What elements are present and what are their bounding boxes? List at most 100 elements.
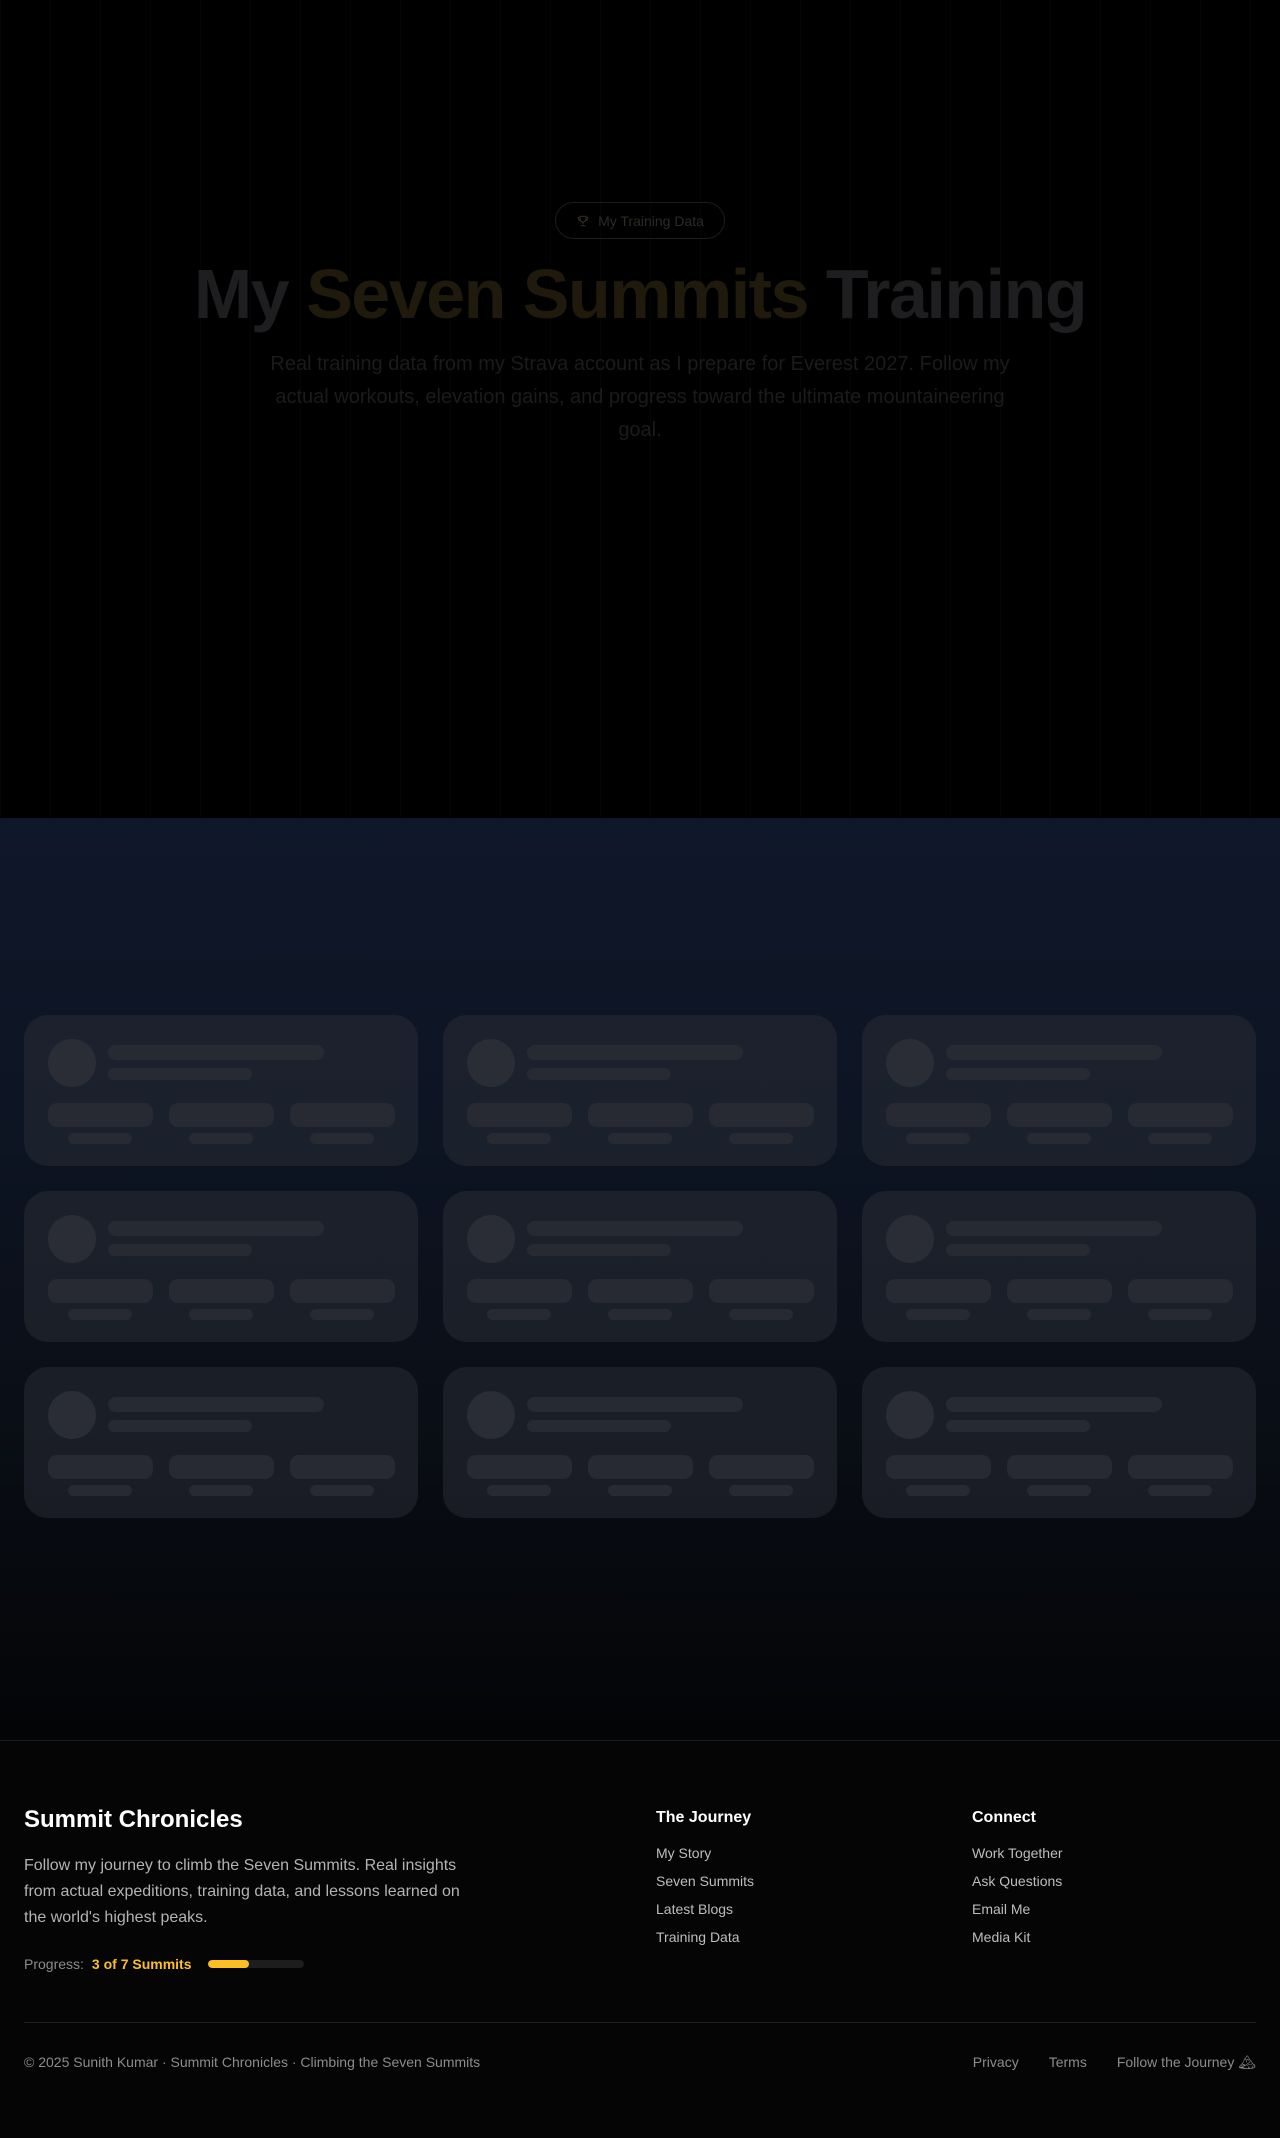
skeleton-stat-label bbox=[487, 1133, 551, 1144]
skeleton-stat-label bbox=[608, 1309, 672, 1320]
footer-link-work-together[interactable]: Work Together bbox=[972, 1844, 1063, 1862]
skeleton-subtitle bbox=[946, 1244, 1090, 1256]
footer-link-ask-questions[interactable]: Ask Questions bbox=[972, 1872, 1063, 1890]
skeleton-stat-value bbox=[588, 1455, 693, 1479]
skeleton-title bbox=[946, 1397, 1162, 1412]
skeleton-avatar bbox=[48, 1039, 96, 1087]
footer-link-media-kit[interactable]: Media Kit bbox=[972, 1928, 1063, 1946]
skeleton-avatar bbox=[48, 1215, 96, 1263]
footer-brand[interactable]: Summit Chronicles bbox=[24, 1806, 243, 1834]
training-data-badge: My Training Data bbox=[555, 202, 725, 239]
skeleton-title bbox=[108, 1221, 324, 1236]
skeleton-title bbox=[946, 1045, 1162, 1060]
copyright-text: © 2025 Sunith Kumar · Summit Chronicles … bbox=[24, 2054, 481, 2070]
activity-card-skeleton bbox=[443, 1191, 837, 1342]
skeleton-stat-value bbox=[886, 1103, 991, 1127]
progress-bar bbox=[207, 1960, 304, 1968]
footer-link-seven-summits[interactable]: Seven Summits bbox=[656, 1872, 754, 1890]
skeleton-title bbox=[527, 1221, 743, 1236]
footer-connect-column: Connect Work Together Ask Questions Emai… bbox=[972, 1809, 1063, 1956]
skeleton-stat-value bbox=[48, 1455, 153, 1479]
skeleton-stat-label bbox=[1148, 1485, 1212, 1496]
skeleton-subtitle bbox=[946, 1420, 1090, 1432]
skeleton-stat-label bbox=[1148, 1133, 1212, 1144]
skeleton-avatar bbox=[467, 1039, 515, 1087]
skeleton-title bbox=[108, 1045, 324, 1060]
skeleton-subtitle bbox=[527, 1244, 671, 1256]
skeleton-stat-value bbox=[169, 1279, 274, 1303]
footer-divider bbox=[24, 2022, 1256, 2023]
progress-label: Progress: bbox=[24, 1956, 84, 1972]
summit-progress: Progress: 3 of 7 Summits bbox=[24, 1956, 304, 1972]
page-title-accent: Seven Summits bbox=[306, 255, 809, 333]
skeleton-stat-value bbox=[709, 1455, 814, 1479]
skeleton-stat-label bbox=[729, 1309, 793, 1320]
page-title-suffix: Training bbox=[807, 255, 1088, 333]
skeleton-stat-value bbox=[1128, 1279, 1233, 1303]
activity-card-skeleton bbox=[862, 1367, 1256, 1518]
skeleton-stat-label bbox=[1027, 1485, 1091, 1496]
site-footer: Summit Chronicles Follow my journey to c… bbox=[0, 1740, 1280, 2138]
skeleton-subtitle bbox=[108, 1244, 252, 1256]
skeleton-stat-value bbox=[588, 1103, 693, 1127]
skeleton-stat-label bbox=[487, 1309, 551, 1320]
skeleton-stat-value bbox=[169, 1455, 274, 1479]
skeleton-stat-value bbox=[169, 1103, 274, 1127]
skeleton-avatar bbox=[48, 1391, 96, 1439]
skeleton-stat-value bbox=[1007, 1279, 1112, 1303]
footer-link-privacy[interactable]: Privacy bbox=[973, 2054, 1019, 2071]
footer-link-my-story[interactable]: My Story bbox=[656, 1844, 754, 1862]
skeleton-stat-label bbox=[68, 1309, 132, 1320]
skeleton-stat-value bbox=[48, 1279, 153, 1303]
skeleton-stat-label bbox=[608, 1485, 672, 1496]
skeleton-subtitle bbox=[527, 1420, 671, 1432]
hero-subtitle: Real training data from my Strava accoun… bbox=[270, 353, 1010, 441]
skeleton-stat-label bbox=[189, 1309, 253, 1320]
skeleton-stat-value bbox=[886, 1279, 991, 1303]
activity-card-skeleton bbox=[862, 1015, 1256, 1166]
trophy-icon bbox=[577, 215, 589, 226]
skeleton-avatar bbox=[886, 1391, 934, 1439]
skeleton-stat-value bbox=[886, 1455, 991, 1479]
skeleton-title bbox=[108, 1397, 324, 1412]
skeleton-subtitle bbox=[108, 1420, 252, 1432]
hero-section: My Training Data My Seven Summits Traini… bbox=[0, 0, 1280, 818]
skeleton-title bbox=[527, 1397, 743, 1412]
skeleton-avatar bbox=[467, 1391, 515, 1439]
skeleton-stat-label bbox=[310, 1133, 374, 1144]
activity-card-skeleton bbox=[24, 1015, 418, 1166]
skeleton-stat-label bbox=[189, 1485, 253, 1496]
skeleton-stat-value bbox=[467, 1279, 572, 1303]
skeleton-stat-value bbox=[709, 1279, 814, 1303]
footer-link-latest-blogs[interactable]: Latest Blogs bbox=[656, 1900, 754, 1918]
skeleton-stat-label bbox=[729, 1133, 793, 1144]
skeleton-avatar bbox=[467, 1215, 515, 1263]
connect-heading: Connect bbox=[972, 1809, 1036, 1826]
skeleton-stat-value bbox=[290, 1455, 395, 1479]
skeleton-stat-value bbox=[1007, 1455, 1112, 1479]
footer-link-follow-journey[interactable]: Follow the Journey 🏔 bbox=[1117, 2054, 1256, 2071]
skeleton-stat-value bbox=[467, 1455, 572, 1479]
skeleton-stat-value bbox=[467, 1103, 572, 1127]
legal-links: Privacy Terms Follow the Journey 🏔 bbox=[973, 2054, 1256, 2071]
skeleton-stat-value bbox=[1128, 1455, 1233, 1479]
footer-journey-column: The Journey My Story Seven Summits Lates… bbox=[656, 1809, 754, 1956]
skeleton-stat-value bbox=[588, 1279, 693, 1303]
footer-link-training-data[interactable]: Training Data bbox=[656, 1928, 754, 1946]
skeleton-stat-label bbox=[906, 1485, 970, 1496]
skeleton-title bbox=[946, 1221, 1162, 1236]
skeleton-stat-label bbox=[310, 1309, 374, 1320]
skeleton-stat-label bbox=[906, 1309, 970, 1320]
skeleton-stat-label bbox=[189, 1133, 253, 1144]
footer-link-email-me[interactable]: Email Me bbox=[972, 1900, 1063, 1918]
skeleton-stat-value bbox=[290, 1103, 395, 1127]
skeleton-stat-label bbox=[68, 1485, 132, 1496]
page-title-prefix: My bbox=[193, 255, 307, 333]
activity-card-skeleton bbox=[24, 1367, 418, 1518]
skeleton-stat-label bbox=[1027, 1133, 1091, 1144]
activity-card-skeleton bbox=[443, 1015, 837, 1166]
skeleton-stat-label bbox=[729, 1485, 793, 1496]
footer-link-terms[interactable]: Terms bbox=[1049, 2054, 1087, 2071]
skeleton-title bbox=[527, 1045, 743, 1060]
journey-heading: The Journey bbox=[656, 1809, 752, 1826]
